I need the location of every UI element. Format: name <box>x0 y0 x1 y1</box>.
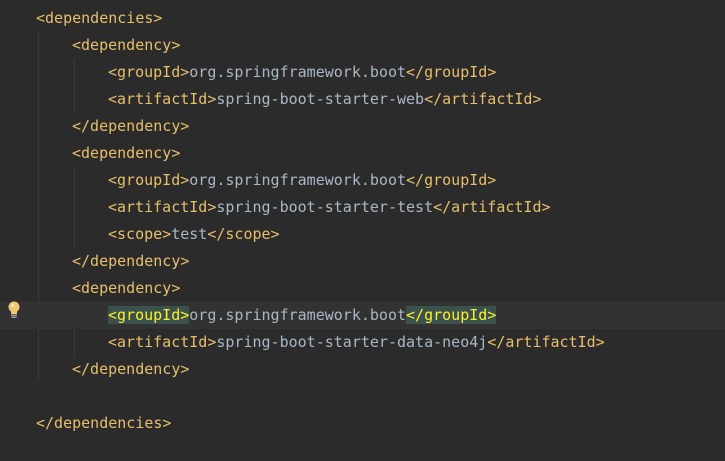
xml-text: test <box>171 225 208 243</box>
xml-tag: <artifactId> <box>108 198 217 216</box>
xml-tag: </dependencies> <box>36 414 172 432</box>
code-line[interactable] <box>0 383 725 410</box>
code-line[interactable]: </dependency> <box>0 113 725 140</box>
xml-tag: </scope> <box>207 225 280 243</box>
code-line[interactable]: <artifactId>spring-boot-starter-test</ar… <box>0 194 725 221</box>
code-line[interactable]: <artifactId>spring-boot-starter-web</art… <box>0 86 725 113</box>
code-line[interactable]: <groupId>org.springframework.boot</group… <box>0 167 725 194</box>
code-line[interactable]: <scope>test</scope> <box>0 221 725 248</box>
code-line[interactable]: <dependency> <box>0 140 725 167</box>
code-line[interactable]: </dependency> <box>0 248 725 275</box>
xml-tag: <dependency> <box>72 144 181 162</box>
xml-tag: <dependencies> <box>36 9 163 27</box>
code-line-content: <artifactId>spring-boot-starter-web</art… <box>108 86 542 113</box>
code-line-content: <dependency> <box>72 275 180 302</box>
code-line-content: <dependencies> <box>36 5 162 32</box>
xml-text: org.springframework.boot <box>189 171 407 189</box>
xml-text: org.springframework.boot <box>189 306 407 324</box>
code-line-content: <dependency> <box>72 32 180 59</box>
code-line[interactable]: <dependencies> <box>0 5 725 32</box>
code-line-content: <groupId>org.springframework.boot</group… <box>108 59 496 86</box>
code-line[interactable]: <dependency> <box>0 275 725 302</box>
code-line-content: <groupId>org.springframework.boot</group… <box>108 167 496 194</box>
xml-text: spring-boot-starter-web <box>216 90 425 108</box>
code-line[interactable]: <groupId>org.springframework.boot</group… <box>0 59 725 86</box>
code-line-content: <artifactId>spring-boot-starter-test</ar… <box>108 194 551 221</box>
xml-tag: </artifactId> <box>433 198 551 216</box>
xml-text: spring-boot-starter-data-neo4j <box>216 333 488 351</box>
xml-text: org.springframework.boot <box>189 63 407 81</box>
code-line[interactable]: </dependency> <box>0 356 725 383</box>
code-editor[interactable]: <dependencies> <dependency> <groupId>org.s… <box>0 0 725 461</box>
xml-tag: <artifactId> <box>108 333 217 351</box>
xml-tag: <artifactId> <box>108 90 217 108</box>
xml-tag: <groupId> <box>108 63 190 81</box>
xml-tag: <groupId> <box>108 171 190 189</box>
xml-text: spring-boot-starter-test <box>216 198 434 216</box>
code-line-content: <scope>test</scope> <box>108 221 280 248</box>
code-line[interactable]: <artifactId>spring-boot-starter-data-neo… <box>0 329 725 356</box>
code-line[interactable]: <dependency> <box>0 32 725 59</box>
matched-tag: <groupId> <box>108 306 190 324</box>
xml-tag: </dependency> <box>72 252 190 270</box>
xml-tag: </groupId> <box>406 63 497 81</box>
xml-tag: <dependency> <box>72 279 181 297</box>
xml-tag: <scope> <box>108 225 172 243</box>
code-line-content: <dependency> <box>72 140 180 167</box>
xml-tag: </dependency> <box>72 360 190 378</box>
code-line-content: <groupId>org.springframework.boot</group… <box>108 302 497 329</box>
code-line-content: <artifactId>spring-boot-starter-data-neo… <box>108 329 605 356</box>
xml-tag: <dependency> <box>72 36 181 54</box>
matched-tag: </groupId> <box>406 306 497 324</box>
xml-tag: </artifactId> <box>424 90 542 108</box>
code-line-content: </dependencies> <box>36 410 171 437</box>
xml-tag: </groupId> <box>406 171 497 189</box>
xml-tag: </dependency> <box>72 117 190 135</box>
code-line[interactable]: <groupId>org.springframework.boot</group… <box>0 302 725 329</box>
lightbulb-icon[interactable] <box>6 300 22 320</box>
code-line-content: </dependency> <box>72 248 189 275</box>
xml-tag: </artifactId> <box>487 333 605 351</box>
code-line[interactable]: </dependencies> <box>0 410 725 437</box>
code-line-content: </dependency> <box>72 113 189 140</box>
code-line-content: </dependency> <box>72 356 189 383</box>
